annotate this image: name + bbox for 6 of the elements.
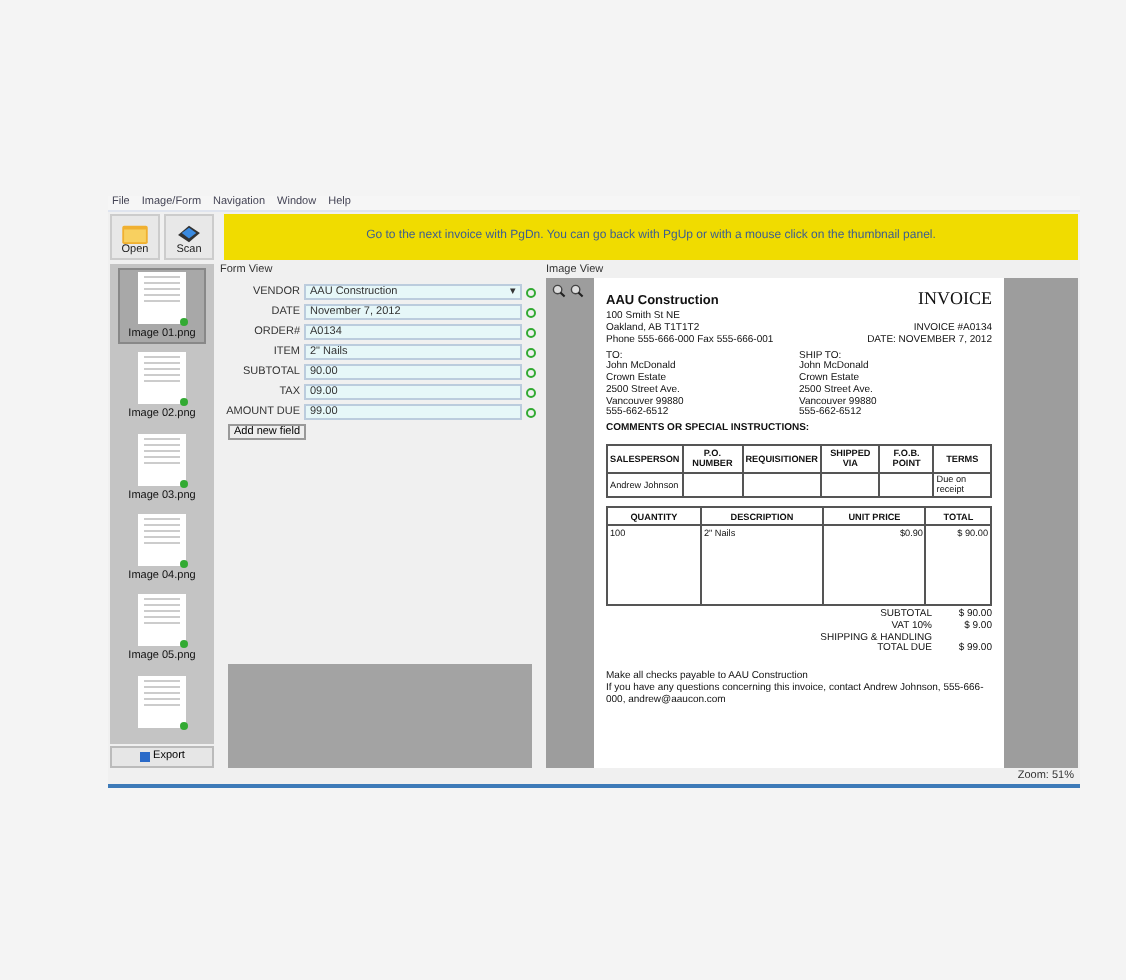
export-icon	[139, 752, 150, 762]
zoom-out-icon[interactable]	[570, 284, 584, 298]
invoice-heading: INVOICE	[918, 288, 992, 309]
folder-icon	[122, 223, 148, 244]
scanner-icon	[176, 223, 202, 244]
zoom-in-icon[interactable]	[552, 284, 566, 298]
